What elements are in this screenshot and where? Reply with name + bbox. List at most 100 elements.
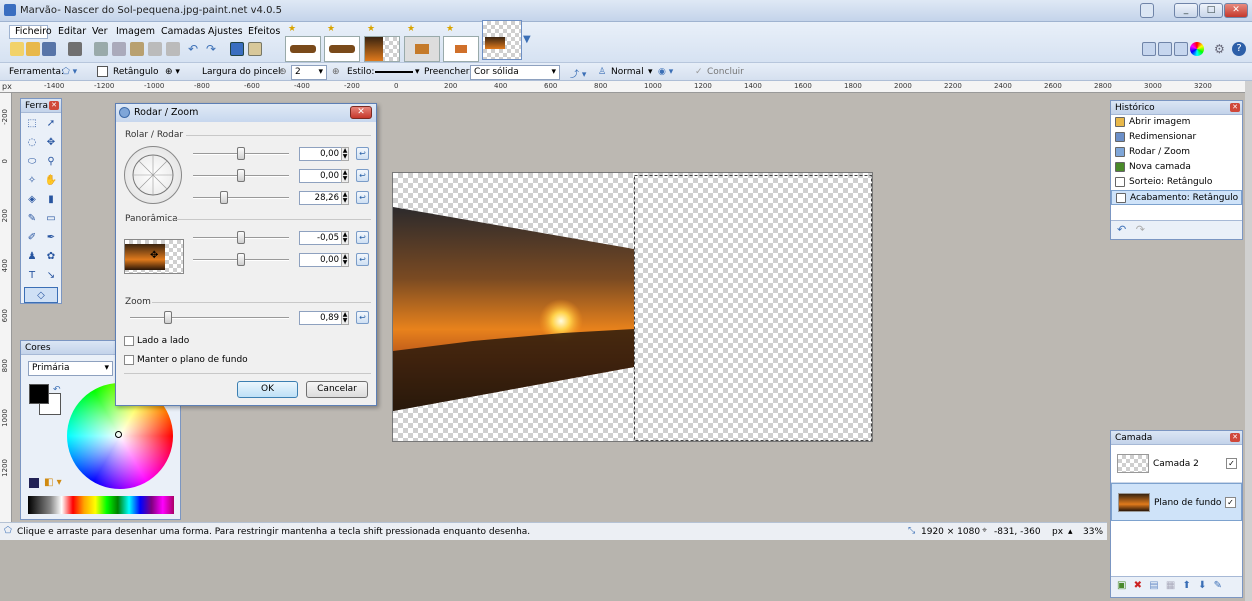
reset-icon[interactable]: ↩	[356, 311, 369, 324]
image-tab-active[interactable]	[482, 20, 522, 60]
reset-icon[interactable]: ↩	[356, 169, 369, 182]
dialog-close-button[interactable]: ✕	[350, 106, 372, 119]
copy-icon[interactable]	[112, 42, 126, 56]
unit-dropdown-icon[interactable]: ▴	[1068, 527, 1073, 537]
eraser-icon[interactable]: ▭	[43, 211, 59, 227]
tools-toggle-icon[interactable]	[1142, 42, 1156, 56]
tab-dropdown-icon[interactable]: ▼	[523, 34, 531, 45]
color-picker-icon[interactable]: ✒	[43, 230, 59, 246]
cancel-button[interactable]: Cancelar	[306, 381, 368, 398]
shape-type-icon[interactable]: ⊕ ▾	[165, 67, 180, 77]
menu-camadas[interactable]: Camadas	[160, 26, 206, 37]
add-layer-icon[interactable]: ▣	[1117, 580, 1126, 591]
pencil-icon[interactable]: ✐	[24, 230, 40, 246]
fill-combo[interactable]: Cor sólida ▾	[470, 65, 560, 80]
cut-icon[interactable]	[94, 42, 108, 56]
grid-icon[interactable]	[230, 42, 244, 56]
paint-bucket-icon[interactable]: ◈	[24, 192, 40, 208]
layer-visibility-checkbox[interactable]: ✓	[1225, 497, 1236, 508]
history-item[interactable]: Redimensionar	[1111, 130, 1242, 145]
image-tab-3[interactable]	[364, 36, 400, 62]
tilt-angle-input[interactable]: 28,26	[299, 191, 343, 205]
layers-toggle-icon[interactable]	[1174, 42, 1188, 56]
increase-icon[interactable]: ⊕	[332, 67, 340, 77]
line-curve-icon[interactable]: ↘	[43, 268, 59, 284]
zoom-track[interactable]	[130, 317, 289, 319]
menu-ver[interactable]: Ver	[91, 26, 109, 37]
palette-menu-icon[interactable]: ◧ ▾	[44, 477, 62, 488]
menu-efeitos[interactable]: Efeitos	[247, 26, 281, 37]
keep-background-checkbox[interactable]	[124, 355, 134, 365]
help-icon[interactable]: ?	[1232, 42, 1246, 56]
redo-icon[interactable]: ↷	[206, 42, 220, 56]
rotation-dial[interactable]	[124, 146, 182, 204]
colors-toggle-icon[interactable]	[1190, 42, 1204, 56]
menu-ficheiro[interactable]: Ficheiro	[14, 26, 53, 37]
magic-wand-icon[interactable]: ✧	[24, 173, 40, 189]
open-icon[interactable]	[26, 42, 40, 56]
color-palette[interactable]	[28, 496, 174, 514]
pan-angle-slider[interactable]	[237, 169, 245, 182]
zoom-slider[interactable]	[164, 311, 172, 324]
menu-editar[interactable]: Editar	[57, 26, 87, 37]
deselect-icon[interactable]	[166, 42, 180, 56]
print-icon[interactable]	[68, 42, 82, 56]
paintbrush-icon[interactable]: ✎	[24, 211, 40, 227]
spinner-icon[interactable]: ▲ ▼	[341, 147, 349, 161]
blend-mode[interactable]: Normal	[611, 67, 644, 77]
close-icon[interactable]: ✕	[49, 101, 59, 110]
pan-angle-input[interactable]: 0,00	[299, 169, 343, 183]
history-toggle-icon[interactable]	[1158, 42, 1172, 56]
decrease-icon[interactable]: ⊖	[279, 67, 287, 77]
pan-x-input[interactable]: -0,05	[299, 231, 343, 245]
image-tab-5[interactable]	[443, 36, 479, 62]
pan-icon[interactable]: ✋	[43, 173, 59, 189]
spinner-icon[interactable]: ▲ ▼	[341, 231, 349, 245]
reset-icon[interactable]: ↩	[356, 231, 369, 244]
pan-preview[interactable]: ✥	[124, 239, 184, 274]
duplicate-layer-icon[interactable]: ▤	[1149, 580, 1158, 591]
close-icon[interactable]: ✕	[1230, 433, 1240, 442]
rulers-icon[interactable]	[248, 42, 262, 56]
recolor-icon[interactable]: ✿	[43, 249, 59, 265]
pan-y-slider[interactable]	[237, 253, 245, 266]
move-pixels-icon[interactable]: ✥	[43, 135, 59, 151]
ellipse-select-icon[interactable]: ⬭	[24, 154, 40, 170]
layer-item[interactable]: Plano de fundo ✓	[1111, 483, 1242, 521]
selection-mode-icon[interactable]: ◉ ▾	[658, 67, 673, 77]
shape-label[interactable]: Retângulo	[113, 67, 159, 77]
image-canvas[interactable]	[392, 172, 873, 442]
history-item[interactable]: Abrir imagem	[1111, 115, 1242, 130]
lasso-icon[interactable]: ◌	[24, 135, 40, 151]
move-down-icon[interactable]: ⬇	[1198, 580, 1206, 591]
palette-icon[interactable]	[29, 478, 39, 488]
ok-button[interactable]: OK	[237, 381, 298, 398]
delete-layer-icon[interactable]: ✖	[1134, 580, 1142, 591]
unit-selector[interactable]: px	[1052, 527, 1063, 537]
zoom-icon[interactable]: ⚲	[43, 154, 59, 170]
image-tab-4[interactable]	[404, 36, 440, 62]
reset-icon[interactable]: ↩	[356, 147, 369, 160]
menu-ajustes[interactable]: Ajustes	[207, 26, 244, 37]
finish-button[interactable]: Concluir	[707, 67, 744, 77]
paste-icon[interactable]	[130, 42, 144, 56]
rectangle-select-icon[interactable]: ⬚	[24, 116, 40, 132]
tile-checkbox[interactable]	[124, 336, 134, 346]
tilt-angle-track[interactable]	[193, 197, 289, 199]
minimize-button[interactable]: _	[1174, 3, 1198, 18]
history-item[interactable]: Acabamento: Retângulo	[1111, 190, 1242, 205]
merge-layer-icon[interactable]: ▦	[1166, 580, 1175, 591]
image-tab-2[interactable]	[324, 36, 360, 62]
pan-y-input[interactable]: 0,00	[299, 253, 343, 267]
history-redo-icon[interactable]: ↷	[1136, 223, 1145, 236]
close-button[interactable]: ✕	[1224, 3, 1248, 18]
move-up-icon[interactable]: ⬆	[1183, 580, 1191, 591]
primary-color-swatch[interactable]	[29, 384, 49, 404]
reset-icon[interactable]: ↩	[356, 253, 369, 266]
history-item[interactable]: Nova camada	[1111, 160, 1242, 175]
rotate-angle-slider[interactable]	[237, 147, 245, 160]
spinner-icon[interactable]: ▲ ▼	[341, 253, 349, 267]
settings-icon[interactable]: ⚙	[1214, 42, 1228, 56]
tilt-angle-slider[interactable]	[220, 191, 228, 204]
history-item[interactable]: Rodar / Zoom	[1111, 145, 1242, 160]
